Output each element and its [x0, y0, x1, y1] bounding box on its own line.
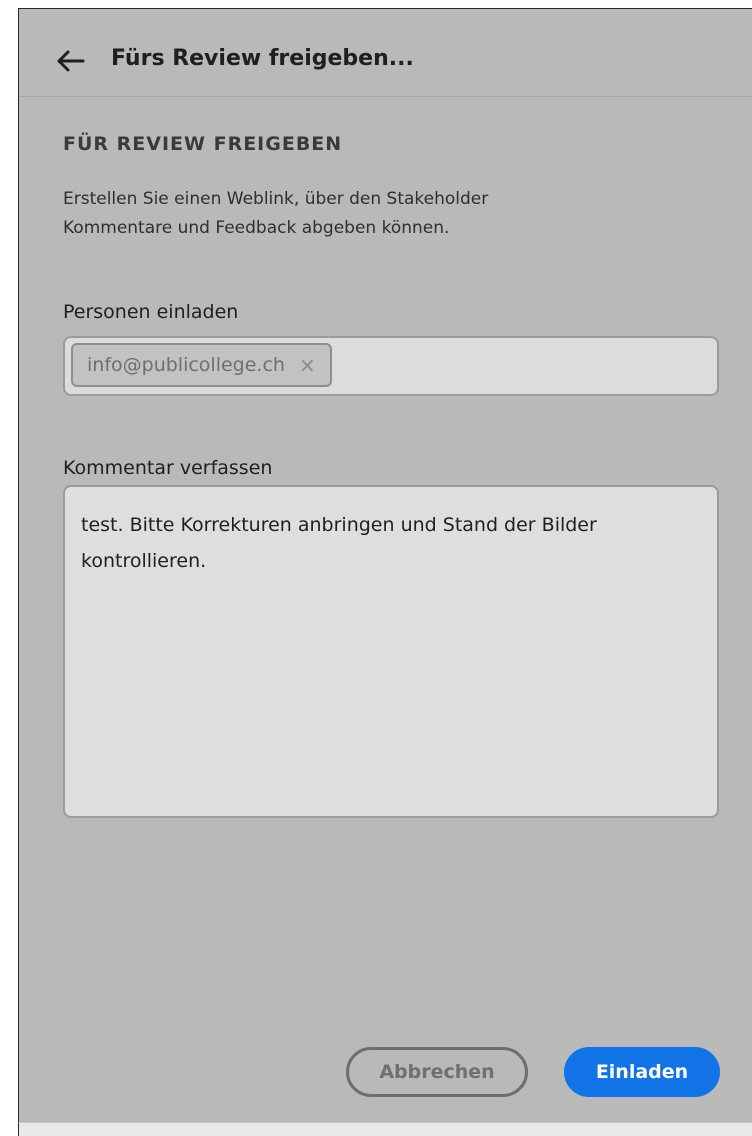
- invite-label: Personen einladen: [63, 301, 239, 323]
- page-title: Fürs Review freigeben...: [111, 46, 414, 71]
- section-heading: FÜR REVIEW FREIGEBEN: [63, 133, 343, 155]
- comment-textarea[interactable]: test. Bitte Korrekturen anbringen und St…: [63, 485, 719, 818]
- comment-label: Kommentar verfassen: [63, 457, 273, 479]
- arrow-left-icon[interactable]: [55, 49, 85, 73]
- invite-button[interactable]: Einladen: [564, 1047, 720, 1097]
- cancel-button[interactable]: Abbrechen: [346, 1047, 528, 1097]
- recipient-chip[interactable]: info@publicollege.ch ×: [71, 343, 332, 387]
- window: Fürs Review freigeben... FÜR REVIEW FREI…: [0, 0, 752, 1136]
- invite-people-input[interactable]: info@publicollege.ch ×: [63, 336, 719, 396]
- panel-header: Fürs Review freigeben...: [19, 9, 752, 97]
- panel-footer-strip: [18, 1122, 752, 1136]
- share-for-review-panel: Fürs Review freigeben... FÜR REVIEW FREI…: [18, 8, 752, 1124]
- recipient-chip-label: info@publicollege.ch: [87, 354, 285, 376]
- close-icon[interactable]: ×: [299, 355, 316, 375]
- section-description: Erstellen Sie einen Weblink, über den St…: [63, 185, 583, 243]
- description-line: Erstellen Sie einen Weblink, über den St…: [63, 189, 489, 209]
- description-line: Kommentare und Feedback abgeben können.: [63, 218, 450, 238]
